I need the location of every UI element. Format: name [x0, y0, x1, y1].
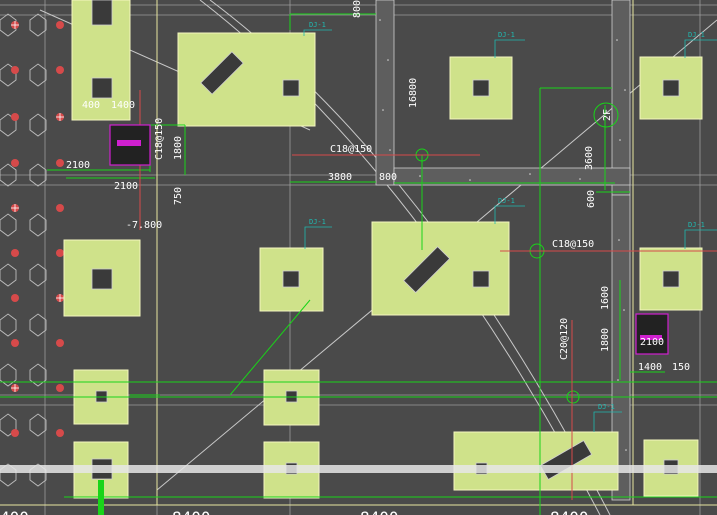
- bottom-rebar-mark: [98, 480, 104, 515]
- dim-16800: 16800: [408, 78, 419, 108]
- dim-750: 750: [173, 187, 184, 205]
- dim-600: 600: [586, 190, 597, 208]
- footing-tag-6: DJ-1: [688, 221, 705, 229]
- cad-drawing-canvas[interactable]: DJ-1 DJ-1 DJ-1 DJ-1 DJ-1 DJ-1 DJ-1 400 1…: [0, 0, 717, 515]
- footing-center-large: [371, 221, 510, 316]
- dim-2100-a: 2100: [66, 160, 90, 171]
- footing-tag-5: DJ-1: [498, 197, 515, 205]
- rebar-label-3: C20@120: [559, 318, 570, 360]
- footing-tag-7: DJ-1: [598, 403, 615, 411]
- dim-1400-top: 1400: [111, 100, 135, 111]
- footing-tag-3: DJ-1: [688, 31, 705, 39]
- dim-1800-left: 1800: [173, 136, 184, 160]
- footing-tag-4: DJ-1: [309, 218, 326, 226]
- footing-bottom-wide: [453, 431, 619, 491]
- dim-1800-right: 1800: [600, 328, 611, 352]
- rebar-label-1: C18@150: [330, 144, 372, 155]
- dim-150: 150: [672, 362, 690, 373]
- axis-bubble-label: 2F: [602, 109, 613, 121]
- footing-tag-1: DJ-1: [309, 21, 326, 29]
- dim-3600: 3600: [584, 146, 595, 170]
- bottom-axis-8400-1: 8400: [172, 508, 211, 515]
- rebar-label-5: -7.800: [126, 220, 162, 231]
- dim-800-top: 800: [352, 0, 363, 18]
- bottom-axis-8400-2: 8400: [360, 508, 399, 515]
- dim-400: 400: [82, 100, 100, 111]
- dim-1400-right: 1400: [638, 362, 662, 373]
- dim-2100-b: 2100: [114, 181, 138, 192]
- bottom-axis-8400-3: 8400: [550, 508, 589, 515]
- footing-tag-2: DJ-1: [498, 31, 515, 39]
- rebar-label-2: C18@150: [552, 239, 594, 250]
- rebar-label-4: C18@150: [154, 118, 165, 160]
- footing-top-large: [177, 32, 316, 127]
- dim-2100-right: 2100: [640, 337, 664, 348]
- dim-800-mid: 800: [379, 172, 397, 183]
- bottom-axis-400: 400: [0, 508, 29, 515]
- dim-3800: 3800: [328, 172, 352, 183]
- dim-1600: 1600: [600, 286, 611, 310]
- bottom-white-band: [0, 465, 717, 473]
